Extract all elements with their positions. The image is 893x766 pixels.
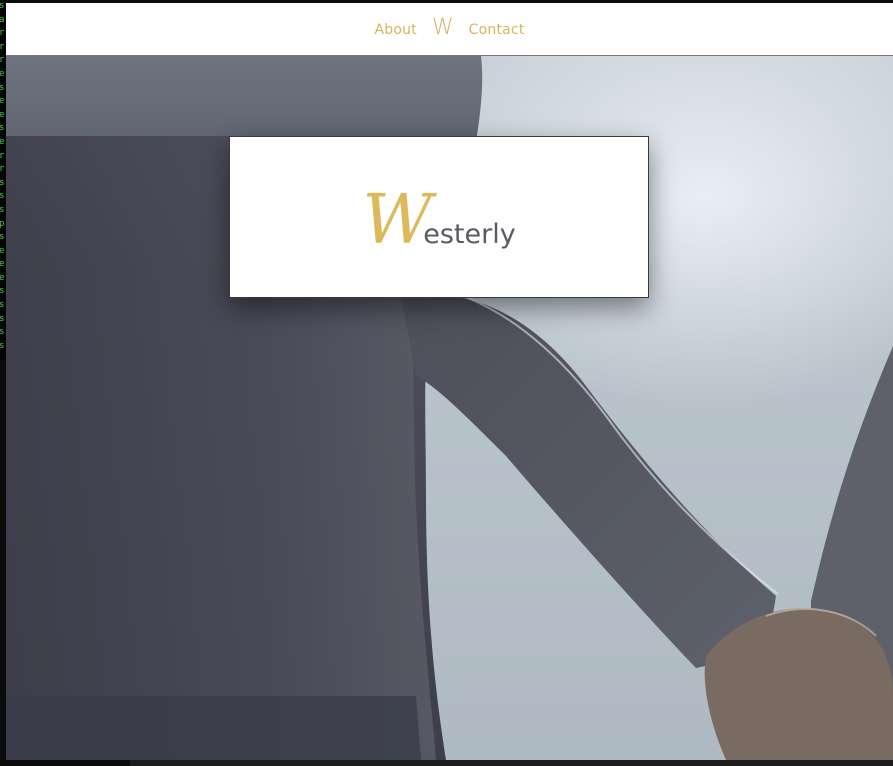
nav-logo-mark[interactable]: W (432, 15, 454, 40)
brand-logo-name: esterly (423, 219, 516, 250)
brand-logo-card: W esterly (229, 136, 649, 298)
brand-logo: W esterly (362, 187, 515, 255)
desktop-bottom-strip (130, 760, 893, 766)
brand-logo-initial: W (362, 181, 432, 260)
nav-links: About W Contact (6, 3, 893, 56)
browser-viewport: About W Contact W esterly (6, 3, 893, 760)
top-navigation-bar: About W Contact (6, 3, 893, 56)
nav-contact-link[interactable]: Contact (469, 22, 525, 38)
nav-about-link[interactable]: About (374, 22, 416, 38)
